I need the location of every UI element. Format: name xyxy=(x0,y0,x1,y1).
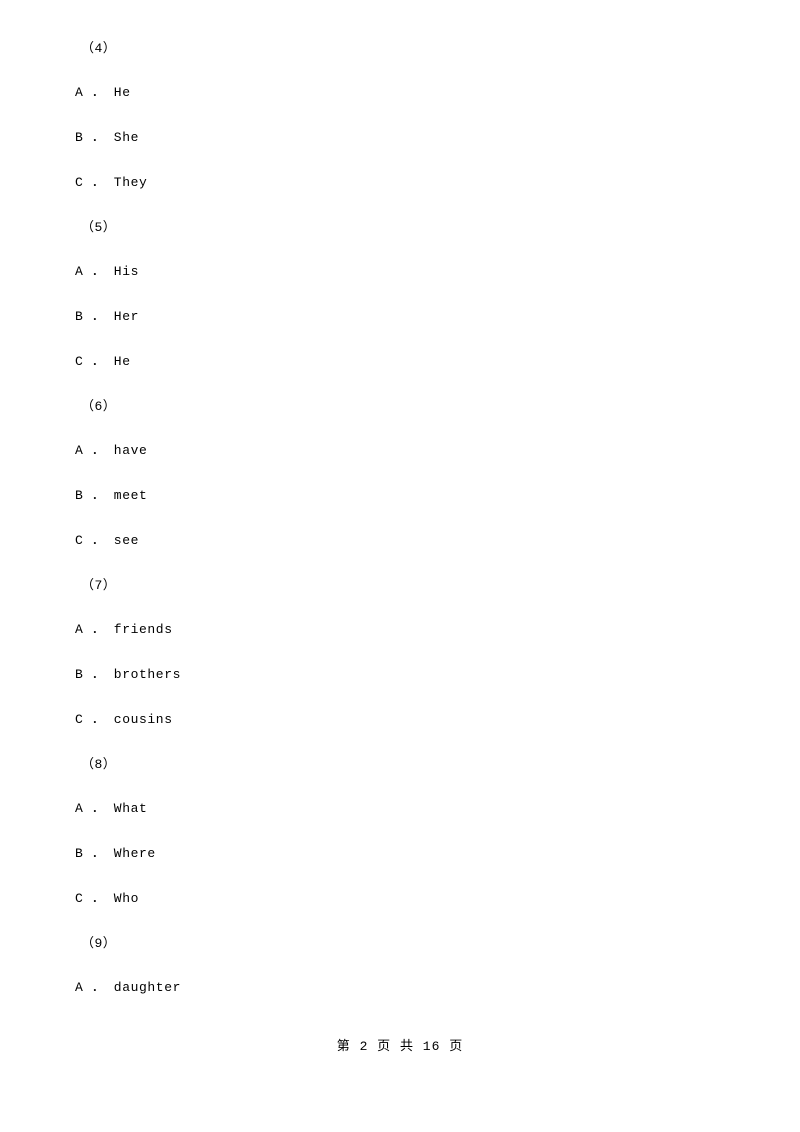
question-block-7: （7） A ． friends B ． brothers C ． cousins xyxy=(75,577,725,729)
question-number: （5） xyxy=(81,220,117,235)
question-option: B ． She xyxy=(75,130,140,145)
question-option: A ． His xyxy=(75,264,140,279)
question-number: （4） xyxy=(81,41,117,56)
question-block-5: （5） A ． His B ． Her C ． He xyxy=(75,219,725,371)
question-option: C ． see xyxy=(75,533,140,548)
question-number: （9） xyxy=(81,936,117,951)
question-option: A ． daughter xyxy=(75,980,182,995)
question-block-8: （8） A ． What B ． Where C ． Who xyxy=(75,756,725,908)
question-block-6: （6） A ． have B ． meet C ． see xyxy=(75,398,725,550)
question-number: （6） xyxy=(81,399,117,414)
question-option: B ． Her xyxy=(75,309,140,324)
document-page: （4） A ． He B ． She C ． They （5） A ． His … xyxy=(0,0,800,1132)
question-number: （8） xyxy=(81,757,117,772)
page-footer-text: 第 2 页 共 16 页 xyxy=(336,1039,464,1054)
question-option: A ． He xyxy=(75,85,131,100)
question-option: A ． What xyxy=(75,801,148,816)
question-option: C ． They xyxy=(75,175,148,190)
question-option: A ． friends xyxy=(75,622,173,637)
question-option: C ． cousins xyxy=(75,712,173,727)
page-footer: 第 2 页 共 16 页 xyxy=(0,1035,800,1054)
question-option: B ． Where xyxy=(75,846,156,861)
question-option: B ． brothers xyxy=(75,667,182,682)
question-option: A ． have xyxy=(75,443,148,458)
question-block-9: （9） A ． daughter xyxy=(75,935,725,997)
question-list: （4） A ． He B ． She C ． They （5） A ． His … xyxy=(75,40,725,1024)
page-right-margin xyxy=(796,0,800,1132)
question-option: C ． He xyxy=(75,354,131,369)
question-block-4: （4） A ． He B ． She C ． They xyxy=(75,40,725,192)
question-option: B ． meet xyxy=(75,488,148,503)
question-option: C ． Who xyxy=(75,891,140,906)
question-number: （7） xyxy=(81,578,117,593)
